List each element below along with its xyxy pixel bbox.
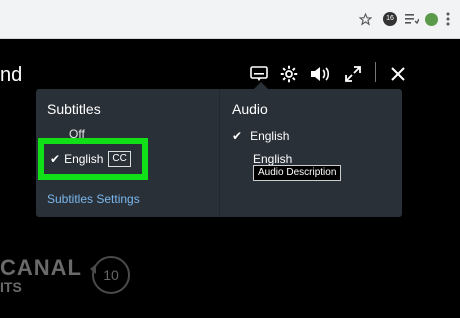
rewind-label: 10: [103, 267, 119, 283]
subtitle-option-label: English: [64, 152, 104, 166]
cc-badge: CC: [108, 151, 131, 167]
gear-icon[interactable]: [277, 62, 301, 86]
close-icon[interactable]: [386, 62, 410, 86]
star-icon[interactable]: [358, 10, 372, 28]
menu-pointer: [254, 82, 268, 89]
extension-badge: 16: [383, 12, 397, 26]
video-player[interactable]: nd Subtitles Off ✔ English CC Subtitles …: [0, 40, 460, 318]
controls-divider: [375, 62, 376, 82]
subtitle-option-english-cc[interactable]: ✔ English CC: [44, 144, 142, 174]
volume-icon[interactable]: [308, 62, 332, 86]
audio-option-english[interactable]: ✔ English: [232, 129, 289, 143]
checkmark-icon: ✔: [50, 152, 61, 166]
profile-avatar[interactable]: [424, 10, 438, 28]
checkmark-icon: ✔: [232, 129, 243, 143]
channel-logo-line1: CANAL: [0, 255, 82, 280]
audio-option-label: English: [250, 129, 290, 143]
audio-description-badge: Audio Description: [253, 165, 342, 181]
channel-logo-line2: ITS: [0, 279, 22, 295]
browser-toolbar: 16: [0, 0, 460, 39]
channel-logo: CANAL ITS: [0, 255, 82, 295]
subtitles-audio-menu: Subtitles Off ✔ English CC Subtitles Set…: [36, 82, 402, 217]
highlight-box: ✔ English CC: [38, 138, 148, 180]
extension-icon[interactable]: 16: [382, 10, 398, 28]
audio-heading: Audio: [232, 101, 268, 117]
subtitles-settings-link[interactable]: Subtitles Settings: [47, 192, 140, 206]
fullscreen-icon[interactable]: [341, 62, 365, 86]
rewind-10-button[interactable]: 10: [90, 256, 130, 294]
video-title: nd: [0, 64, 23, 86]
reading-list-icon[interactable]: [404, 10, 420, 28]
subtitles-heading: Subtitles: [47, 101, 101, 117]
menu-kebab-icon[interactable]: [443, 10, 453, 28]
audio-option-english-ad[interactable]: English: [253, 152, 292, 166]
menu-column-divider: [219, 89, 220, 217]
